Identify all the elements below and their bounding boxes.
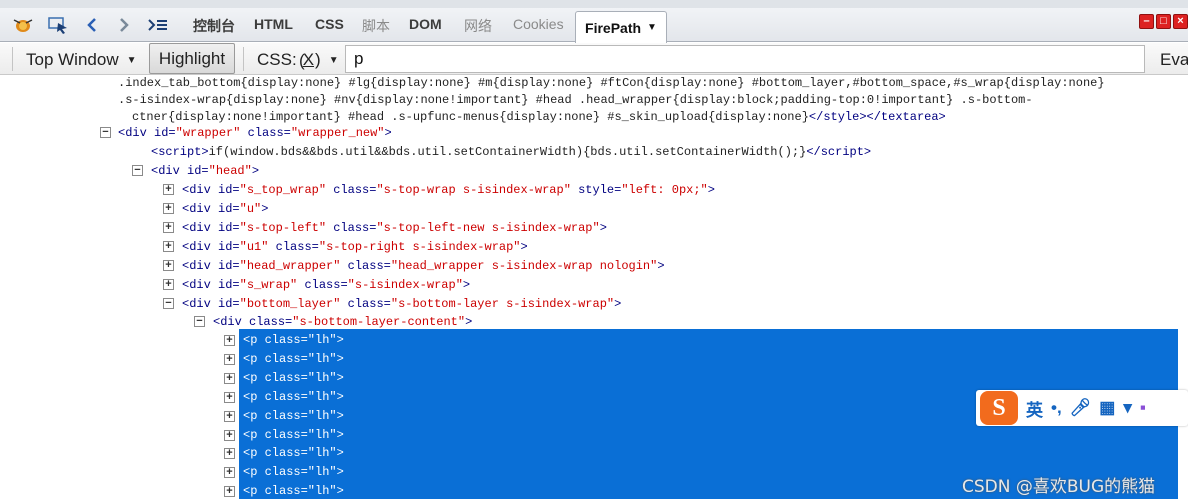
top-window-label: Top Window [26,50,119,69]
tree-node-div[interactable]: <div id= "s-top-left" class= "s-top-left-n… [182,219,607,237]
expand-toggle-icon[interactable]: + [163,279,174,290]
sogou-logo-icon: S [980,391,1018,425]
expand-toggle-icon[interactable]: + [163,241,174,252]
window-top-strip [0,0,1188,8]
keyboard-icon[interactable]: ▦ [1099,398,1115,418]
minimize-icon[interactable]: – [1139,14,1154,29]
tree-node-p[interactable]: <p class="lh"> [239,426,344,445]
top-window-select[interactable]: Top Window ▼ [26,47,137,73]
html-tree-panel: .index_tab_bottom{display:none} #lg{disp… [0,76,1188,503]
tree-node-div[interactable]: <div id= "head_wrapper" class= "head_wrapp… [182,257,665,275]
tab-dom[interactable]: DOM [409,16,442,32]
firebug-icon[interactable] [10,14,36,36]
toolbar-separator [12,47,13,71]
tab-firepath-label: FirePath [585,19,642,36]
tree-node-p[interactable]: <p class="lh"> [239,482,344,501]
style-text-line: .index_tab_bottom{display:none} #lg{disp… [118,76,1105,90]
dropdown-arrow-icon: ▼ [647,22,657,33]
tree-node-head[interactable]: <div id= "head" > [151,162,259,180]
tree-node-div[interactable]: <div id= "bottom_layer" class= "s-bottom-l… [182,295,621,313]
tree-node-script[interactable]: <script> if(window.bds&&bds.util&&bds.uti… [151,143,871,161]
tab-firepath[interactable]: FirePath ▼ [575,11,667,43]
tree-node-p[interactable]: <p class="lh"> [239,463,344,482]
command-line-icon[interactable] [146,14,170,36]
collapse-toggle-icon[interactable]: − [163,298,174,309]
expand-toggle-icon[interactable]: + [224,429,235,441]
tree-node-p[interactable]: <p class="lh"> [239,350,344,369]
expand-toggle-icon[interactable]: + [163,203,174,214]
css-mode-label: CSS: [257,50,297,69]
tree-node-div[interactable]: <div id= "s_top_wrap" class= "s-top-wrap s… [182,181,715,199]
ime-toolbar[interactable]: S 英 •, 🎤︎ ▦ ▾ ▪ [976,390,1188,426]
detach-icon[interactable]: □ [1156,14,1171,29]
expand-toggle-icon[interactable]: + [224,335,235,346]
firebug-tab-bar: 控制台 HTML CSS 脚本 DOM 网络 Cookies FirePath … [0,0,1188,43]
close-tags: </style></textarea> [808,110,946,124]
microphone-icon[interactable]: 🎤︎ [1070,398,1092,418]
eval-button[interactable]: Eva [1160,47,1188,73]
tab-net[interactable]: 网络 [464,16,492,36]
tab-console[interactable]: 控制台 [193,16,235,36]
chevron-down-icon: ▼ [328,54,339,66]
expand-toggle-icon[interactable]: + [224,486,235,498]
tree-node-p[interactable]: <p class="lh"> [239,444,344,463]
chevron-down-icon: ▼ [126,54,137,66]
tree-node-div[interactable]: <div id= "u1" class= "s-top-right s-isinde… [182,238,528,256]
tree-node-p[interactable]: <p class="lh"> [239,369,344,388]
tab-html[interactable]: HTML [254,16,293,32]
selector-input[interactable] [345,45,1145,73]
tree-node-p[interactable]: <p class="lh"> [239,407,344,426]
expand-toggle-icon[interactable]: + [224,391,235,403]
back-arrow-icon[interactable] [84,14,100,36]
style-text-line: .s-isindex-wrap{display:none} #nv{displa… [118,93,1033,107]
expand-toggle-icon[interactable]: + [224,467,235,479]
expand-toggle-icon[interactable]: + [163,184,174,195]
expand-toggle-icon[interactable]: + [163,260,174,271]
tree-node-p[interactable]: <p class="lh"> [239,331,344,350]
expand-toggle-icon[interactable]: + [224,372,235,384]
tree-node-div[interactable]: <div id= "s_wrap" class= "s-isindex-wrap" > [182,276,470,294]
forward-arrow-icon[interactable] [116,14,132,36]
expand-toggle-icon[interactable]: + [224,353,235,365]
expand-toggle-icon[interactable]: + [224,410,235,422]
tab-css[interactable]: CSS [315,16,344,32]
collapse-toggle-icon[interactable]: − [194,316,205,327]
css-selector-mode[interactable]: CSS: X ) ▼ [257,47,339,73]
collapse-toggle-icon[interactable]: − [132,165,143,176]
watermark: CSDN @喜欢BUG的熊猫 [962,477,1156,497]
tree-node-wrapper[interactable]: <div id= "wrapper" class= "wrapper_new" > [118,124,392,142]
collapse-toggle-icon[interactable]: − [100,127,111,138]
ime-language[interactable]: 英 [1026,396,1043,421]
inspect-element-icon[interactable] [46,14,70,36]
expand-toggle-icon[interactable]: + [224,448,235,460]
tree-node-p[interactable]: <p class="lh"> [239,388,344,407]
paren-open: ( [299,51,305,70]
tab-cookies[interactable]: Cookies [513,16,564,32]
close-icon[interactable]: × [1173,14,1188,29]
firepath-toolbar: Top Window ▼ Highlight CSS: X ) ▼ ( Eva [0,43,1188,75]
expand-toggle-icon[interactable]: + [163,222,174,233]
tree-node-div[interactable]: <div id= "u" > [182,200,268,218]
skin-icon[interactable]: ▾ [1123,398,1132,418]
toolbar-separator [243,47,244,71]
tab-script[interactable]: 脚本 [362,16,390,36]
apps-grid-icon[interactable]: ▪ [1140,398,1146,418]
highlight-button[interactable]: Highlight [149,43,235,74]
ime-punctuation[interactable]: •, [1051,398,1062,418]
